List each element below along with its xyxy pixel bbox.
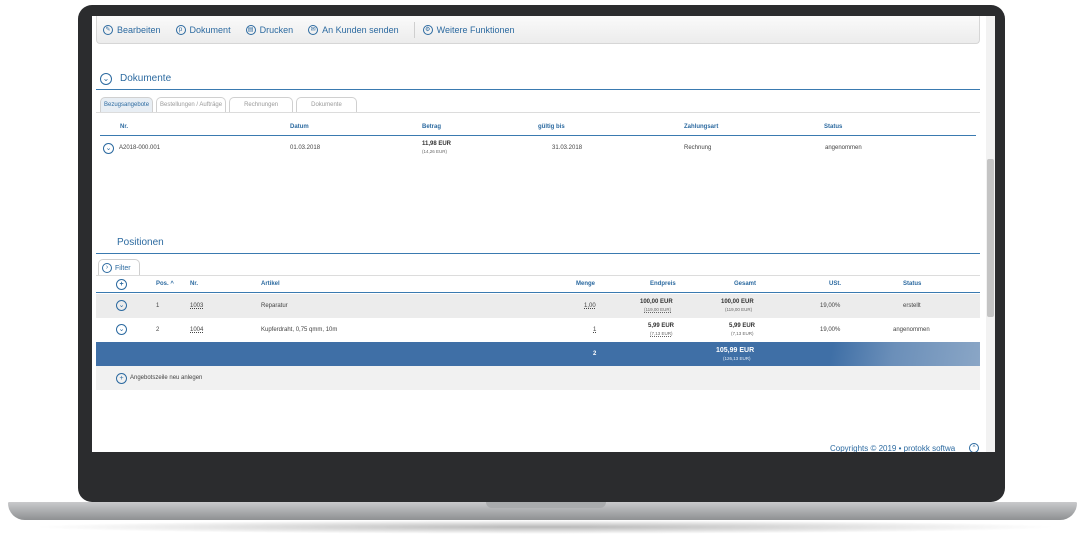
pencil-icon: ✎: [103, 24, 113, 35]
table-row[interactable]: ⌄ A2018-000.001 01.03.2018 11,98 EUR (14…: [96, 138, 980, 158]
summary-menge: 2: [593, 351, 597, 357]
mail-icon: ✉: [308, 24, 319, 35]
pos-gesamt: 5,99 EUR: [729, 323, 756, 329]
col-datum[interactable]: Datum: [290, 124, 309, 130]
col-pos-label: Pos.: [156, 281, 169, 287]
document-tabs: Bezugsangebote Bestellungen / Aufträge R…: [100, 97, 357, 113]
copyright-text: Copyrights © 2019 • protokk softwa: [830, 444, 956, 452]
col-gueltig-bis[interactable]: gültig bis: [538, 124, 565, 130]
add-offer-line-label: Angebotszeile neu anlegen: [130, 375, 203, 381]
print-button-label: Drucken: [259, 24, 294, 35]
doc-datum: 01.03.2018: [290, 145, 321, 151]
document-button-label: Dokument: [189, 24, 231, 35]
chevron-right-icon: ›: [102, 263, 112, 273]
send-to-customer-button[interactable]: ✉ An Kunden senden: [308, 24, 399, 35]
gear-icon: ⚙: [422, 24, 433, 35]
printer-icon: ▤: [245, 24, 256, 35]
chevron-up-icon[interactable]: ^: [969, 443, 979, 452]
documents-section-header[interactable]: ⌄ Dokumente: [96, 68, 980, 90]
pos-ust: 19,00%: [820, 303, 841, 309]
plus-icon[interactable]: +: [116, 279, 127, 290]
pos-nr[interactable]: 1004: [190, 327, 203, 333]
tabs-underline: [96, 112, 980, 113]
pos-endpreis: 5,99 EUR: [648, 323, 675, 329]
tab-dokumente[interactable]: Dokumente: [296, 97, 357, 113]
pos-status: angenommen: [893, 327, 930, 333]
col-zahlungsart[interactable]: Zahlungsart: [684, 124, 718, 130]
pos-endpreis-brutto: (7,13 EUR): [650, 331, 673, 336]
positions-table-header: + Pos. ^ Nr. Artikel Menge Endpreis Gesa…: [96, 277, 980, 293]
pos-menge[interactable]: 1,00: [584, 303, 596, 309]
filter-underline: [96, 275, 980, 276]
laptop-shadow: [30, 520, 1060, 534]
doc-nr: A2018-000.001: [119, 145, 161, 151]
col-status[interactable]: Status: [824, 124, 842, 130]
edit-button-label: Bearbeiten: [117, 24, 161, 35]
edit-button[interactable]: ✎ Bearbeiten: [103, 24, 161, 35]
col-ust[interactable]: USt.: [829, 281, 841, 287]
doc-betrag: 11,98 EUR: [422, 141, 452, 147]
col-gesamt[interactable]: Gesamt: [734, 281, 756, 287]
pos-gesamt: 100,00 EUR: [721, 299, 754, 305]
chevron-down-icon[interactable]: ⌄: [116, 300, 127, 311]
table-row[interactable]: ⌄ 1 1003 Reparatur 1,00 100,00 EUR (119,…: [96, 294, 980, 318]
summary-gesamt-brutto: (126,13 EUR): [723, 356, 751, 361]
documents-title: Dokumente: [120, 73, 172, 84]
pos-menge[interactable]: 1: [593, 327, 596, 333]
col-nr[interactable]: Nr.: [120, 124, 128, 130]
pos-number: 2: [156, 327, 160, 333]
pos-nr[interactable]: 1003: [190, 303, 203, 309]
pos-gesamt-brutto: (119,00 EUR): [725, 307, 753, 312]
pos-endpreis: 100,00 EUR: [640, 299, 673, 305]
positions-summary-row: 2 105,99 EUR (126,13 EUR): [96, 342, 980, 366]
col-menge[interactable]: Menge: [576, 281, 595, 287]
more-button-label: Weitere Funktionen: [436, 24, 515, 35]
pos-number: 1: [156, 303, 160, 309]
pos-status: erstellt: [903, 303, 921, 309]
laptop-base-notch: [486, 502, 606, 508]
pos-gesamt-brutto: (7,13 EUR): [731, 331, 754, 336]
tab-rechnungen[interactable]: Rechnungen: [229, 97, 294, 113]
doc-gueltig-bis: 31.03.2018: [552, 145, 583, 151]
pos-artikel: Reparatur: [261, 303, 288, 309]
send-button-label: An Kunden senden: [322, 24, 399, 35]
pos-artikel: Kupferdraht, 0,75 qmm, 10m: [261, 327, 338, 333]
document-button[interactable]: p Dokument: [175, 24, 231, 35]
pdf-icon: p: [175, 24, 186, 35]
chevron-down-icon[interactable]: ⌄: [116, 324, 127, 335]
plus-icon: +: [116, 372, 127, 384]
summary-gesamt: 105,99 EUR: [716, 347, 755, 354]
add-offer-line-button[interactable]: + Angebotszeile neu anlegen: [96, 366, 980, 390]
more-functions-button[interactable]: ⚙ Weitere Funktionen: [422, 24, 515, 35]
col-endpreis[interactable]: Endpreis: [650, 281, 676, 287]
filter-button[interactable]: › Filter: [98, 259, 140, 276]
table-row[interactable]: ⌄ 2 1004 Kupferdraht, 0,75 qmm, 10m 1 5,…: [96, 318, 980, 342]
chevron-down-icon[interactable]: ⌄: [103, 143, 114, 154]
vertical-scrollbar-thumb[interactable]: [987, 159, 994, 317]
chevron-down-icon: ⌄: [100, 72, 112, 85]
col-status[interactable]: Status: [903, 281, 921, 287]
col-pos[interactable]: Pos. ^: [156, 281, 174, 287]
filter-label: Filter: [115, 264, 131, 272]
col-artikel[interactable]: Artikel: [261, 281, 280, 287]
tab-bestellungen[interactable]: Bestellungen / Aufträge: [156, 97, 227, 113]
toolbar-divider: [413, 21, 415, 38]
laptop-screen: ✎ Bearbeiten p Dokument ▤ Drucken ✉ An K…: [92, 16, 995, 452]
col-nr[interactable]: Nr.: [190, 281, 198, 287]
positions-section-header: Positionen: [96, 232, 980, 254]
toolbar: ✎ Bearbeiten p Dokument ▤ Drucken ✉ An K…: [96, 16, 980, 44]
tab-bezugsangebote[interactable]: Bezugsangebote: [100, 97, 154, 113]
doc-zahlungsart: Rechnung: [684, 145, 712, 151]
pos-endpreis-brutto: (119,00 EUR): [644, 307, 672, 312]
print-button[interactable]: ▤ Drucken: [245, 24, 294, 35]
pos-ust: 19,00%: [820, 327, 841, 333]
documents-table-header: Nr. Datum Betrag gültig bis Zahlungsart …: [100, 120, 976, 136]
positions-title: Positionen: [117, 237, 164, 248]
col-betrag[interactable]: Betrag: [422, 124, 441, 130]
doc-status: angenommen: [825, 145, 862, 151]
doc-betrag-brutto: (14,26 EUR): [422, 149, 448, 154]
